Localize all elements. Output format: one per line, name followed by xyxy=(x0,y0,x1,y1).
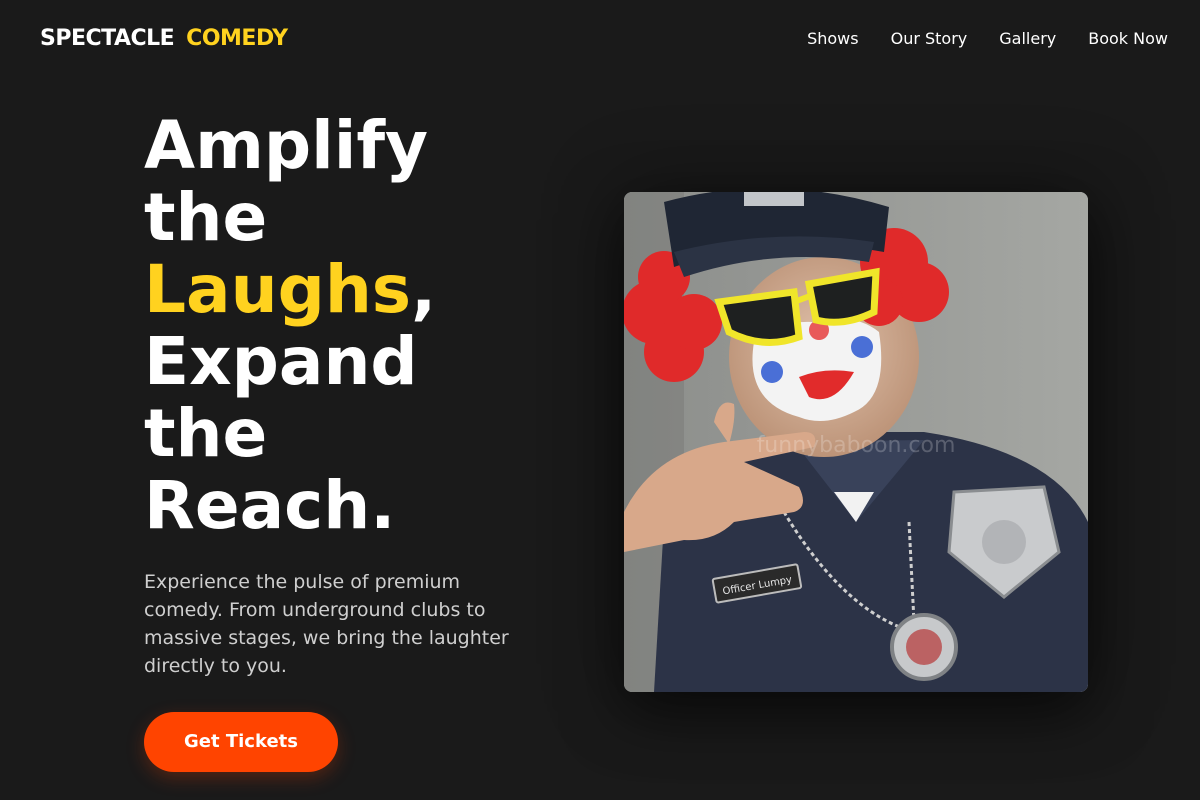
hero-title-comma: , xyxy=(411,251,437,328)
hero-title-highlight: Laughs xyxy=(144,251,412,328)
logo[interactable]: SPECTACLE COMEDY xyxy=(40,24,288,54)
nav-link-gallery[interactable]: Gallery xyxy=(999,28,1056,50)
get-tickets-button[interactable]: Get Tickets xyxy=(144,712,338,772)
hero-title-line: the xyxy=(144,179,268,256)
page: SPECTACLE COMEDY Shows Our Story Gallery … xyxy=(0,0,1200,800)
hero-image: Officer Lumpy funnybaboon.com xyxy=(624,192,1088,692)
hero-title-line: Reach. xyxy=(144,467,396,544)
nav-link-book-now[interactable]: Book Now xyxy=(1088,28,1168,50)
logo-text-accent: COMEDY xyxy=(186,26,288,51)
nav-link-shows[interactable]: Shows xyxy=(807,28,859,50)
hero-title-line: the xyxy=(144,395,268,472)
site-header: SPECTACLE COMEDY Shows Our Story Gallery … xyxy=(0,0,1200,80)
hero-title-line: Expand xyxy=(144,323,418,400)
hero-title-line: Amplify xyxy=(144,107,429,184)
logo-text-primary: SPECTACLE xyxy=(40,26,175,51)
hero-title: Amplify the Laughs, Expand the Reach. xyxy=(144,110,564,542)
nav-link-our-story[interactable]: Our Story xyxy=(891,28,968,50)
clown-cop-photo: Officer Lumpy funnybaboon.com xyxy=(624,192,1088,692)
main-nav: Shows Our Story Gallery Book Now xyxy=(807,28,1168,50)
hero-title-line: Laughs, xyxy=(144,254,564,326)
hero-description: Experience the pulse of premium comedy. … xyxy=(144,571,509,677)
watermark-text: funnybaboon.com xyxy=(757,433,956,458)
